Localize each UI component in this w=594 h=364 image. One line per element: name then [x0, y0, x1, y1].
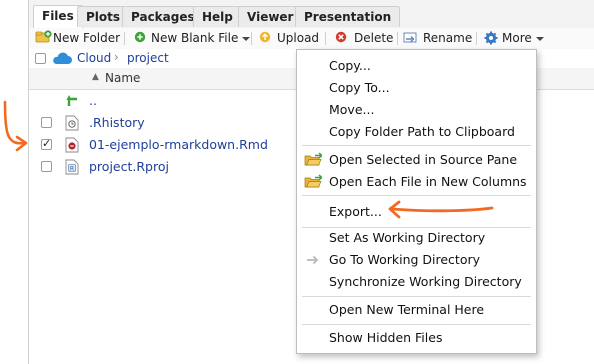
menu-item-label: Set As Working Directory: [329, 230, 486, 245]
menu-separator: [302, 145, 531, 146]
open-folder-arrow-icon: [304, 152, 322, 166]
tab-help[interactable]: Help: [193, 6, 242, 27]
delete-icon: [335, 31, 347, 43]
menu-separator: [302, 324, 531, 325]
toolbar-divider: [397, 32, 398, 45]
upload-icon: [259, 31, 271, 43]
open-folder-icon: [304, 174, 322, 188]
menu-item-label: Copy...: [329, 58, 371, 73]
toolbar-divider: [476, 32, 477, 45]
new-blank-file-label: New Blank File: [151, 31, 239, 45]
files-toolbar: New Folder New Blank File Upload Delete: [29, 28, 594, 50]
rename-label: Rename: [423, 31, 473, 45]
chevron-down-icon: [242, 36, 251, 41]
rproj-file-icon: R: [65, 159, 79, 175]
menu-item-label: Export...: [329, 204, 382, 219]
svg-text:R: R: [70, 166, 74, 173]
menu-item-go-to-working-directory[interactable]: Go To Working Directory: [297, 249, 536, 271]
rmarkdown-file-icon: [65, 137, 79, 153]
tab-viewer[interactable]: Viewer: [238, 6, 303, 27]
breadcrumb-separator-icon: ›: [114, 50, 119, 64]
new-folder-label: New Folder: [53, 31, 121, 45]
goto-arrow-icon: [307, 255, 319, 265]
up-arrow-icon: [66, 95, 77, 106]
menu-separator: [302, 195, 531, 196]
menu-item-copy[interactable]: Copy...: [297, 55, 536, 77]
breadcrumb-cloud-link[interactable]: Cloud: [77, 51, 111, 65]
file-checkbox[interactable]: [41, 161, 52, 172]
rename-icon: [403, 32, 417, 43]
new-folder-icon: [35, 30, 52, 43]
menu-item-synchronize-working-directory[interactable]: Synchronize Working Directory: [297, 271, 536, 293]
upload-label: Upload: [277, 31, 320, 45]
toolbar-divider: [124, 32, 125, 45]
menu-item-copy-to[interactable]: Copy To...: [297, 77, 536, 99]
menu-separator: [302, 296, 531, 297]
menu-item-label: Show Hidden Files: [329, 330, 443, 345]
menu-item-show-hidden-files[interactable]: Show Hidden Files: [297, 327, 536, 349]
more-label: More: [502, 31, 532, 45]
select-all-checkbox[interactable]: [35, 53, 46, 64]
menu-item-label: Copy Folder Path to Clipboard: [329, 124, 515, 139]
menu-item-label: Open New Terminal Here: [329, 302, 485, 317]
file-checkbox[interactable]: [41, 137, 52, 150]
tab-files[interactable]: Files: [33, 5, 83, 28]
menu-item-open-new-terminal[interactable]: Open New Terminal Here: [297, 299, 536, 321]
annotation-arrow-checkbox: [3, 100, 26, 145]
chevron-down-icon: [535, 36, 544, 41]
annotation-arrowhead-checkbox: [15, 135, 28, 152]
toolbar-divider: [325, 32, 326, 45]
delete-button[interactable]: Delete: [334, 30, 393, 47]
delete-label: Delete: [354, 31, 394, 45]
file-checkbox[interactable]: [41, 117, 52, 128]
tab-packages[interactable]: Packages: [122, 6, 204, 27]
file-name[interactable]: .Rhistory: [89, 115, 145, 130]
menu-item-set-working-directory[interactable]: Set As Working Directory: [297, 227, 536, 249]
file-name[interactable]: 01-ejemplo-rmarkdown.Rmd: [89, 137, 268, 152]
menu-item-label: Open Selected in Source Pane: [329, 152, 518, 167]
tab-presentation[interactable]: Presentation: [295, 6, 401, 27]
name-column-header[interactable]: Name: [105, 71, 140, 85]
file-name[interactable]: project.Rproj: [89, 159, 169, 174]
file-name[interactable]: ..: [89, 93, 97, 108]
upload-button[interactable]: Upload: [258, 30, 319, 47]
rename-button[interactable]: Rename: [403, 30, 472, 47]
pane-tab-bar: Files Plots Packages Help Viewer Present…: [29, 0, 594, 29]
menu-item-open-in-source-pane[interactable]: Open Selected in Source Pane: [297, 149, 536, 171]
more-dropdown-menu: Copy... Copy To... Move... Copy Folder P…: [296, 49, 537, 354]
new-folder-button[interactable]: New Folder: [35, 30, 120, 47]
menu-item-copy-folder-path[interactable]: Copy Folder Path to Clipboard: [297, 121, 536, 143]
sort-ascending-icon[interactable]: ▲: [92, 72, 99, 82]
menu-item-export[interactable]: Export...: [297, 201, 536, 223]
history-icon: [65, 115, 79, 131]
toolbar-divider: [251, 32, 252, 45]
menu-item-label: Open Each File in New Columns: [329, 174, 527, 189]
menu-item-label: Copy To...: [329, 80, 390, 95]
breadcrumb-project-link[interactable]: project: [127, 51, 169, 65]
menu-item-label: Go To Working Directory: [329, 252, 481, 267]
add-file-icon: [134, 31, 146, 43]
menu-item-label: Move...: [329, 102, 375, 117]
gear-icon: [484, 31, 498, 45]
menu-item-open-in-new-columns[interactable]: Open Each File in New Columns: [297, 171, 536, 193]
menu-item-move[interactable]: Move...: [297, 99, 536, 121]
menu-item-label: Synchronize Working Directory: [329, 274, 522, 289]
cloud-icon: [53, 52, 72, 64]
more-button[interactable]: More: [483, 30, 544, 47]
new-blank-file-button[interactable]: New Blank File: [133, 30, 251, 47]
